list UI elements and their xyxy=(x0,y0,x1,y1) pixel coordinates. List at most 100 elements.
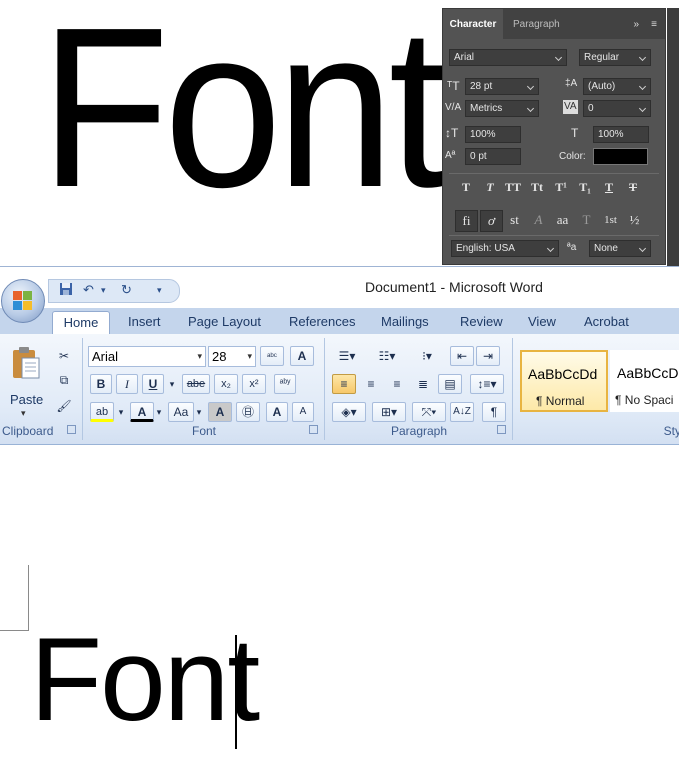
font-size-icon: ᵀT xyxy=(447,79,460,93)
vertical-scale-input[interactable]: 100% xyxy=(465,126,521,143)
font-style-select[interactable]: Regular xyxy=(579,49,651,66)
tracking-select[interactable]: 0 xyxy=(583,100,651,117)
tab-insert[interactable]: Insert xyxy=(128,314,161,329)
strikethrough-button[interactable]: T xyxy=(623,180,643,196)
paragraph-launcher-icon[interactable] xyxy=(497,425,506,434)
grow-font-button[interactable]: A xyxy=(266,402,288,422)
enclose-characters-button[interactable]: ㊐ xyxy=(236,402,260,422)
kerning-select[interactable]: Metrics xyxy=(465,100,539,117)
font-group-label: Font xyxy=(191,424,216,438)
borders-icon[interactable]: ⊞▾ xyxy=(372,402,406,422)
leading-select[interactable]: (Auto) xyxy=(583,78,651,95)
save-icon[interactable] xyxy=(59,282,73,299)
titling-alternates-button[interactable]: aa xyxy=(552,210,573,230)
document-text[interactable]: Font xyxy=(30,621,260,739)
align-left-icon[interactable]: ≡ xyxy=(332,374,356,394)
horizontal-scale-input[interactable]: 100% xyxy=(593,126,649,143)
line-spacing-icon[interactable]: ↕≡▾ xyxy=(470,374,504,394)
panel-menu-icon[interactable]: ≡ xyxy=(651,9,657,41)
bold-button[interactable]: B xyxy=(90,374,112,394)
asian-layout-icon[interactable]: ⤧▾ xyxy=(412,402,446,422)
stylistic-alternates-button[interactable]: A xyxy=(528,210,549,230)
tab-references[interactable]: References xyxy=(289,314,355,329)
underline-button[interactable]: T xyxy=(599,180,619,196)
tab-paragraph[interactable]: Paragraph xyxy=(513,9,560,39)
align-center-icon[interactable]: ≡ xyxy=(360,374,382,394)
ordinals-button[interactable]: 1st xyxy=(600,210,621,230)
tab-character[interactable]: Character xyxy=(443,9,503,39)
shading-icon[interactable]: ◈▾ xyxy=(332,402,366,422)
underline-dropdown-icon[interactable]: ▾ xyxy=(166,374,178,394)
redo-icon[interactable]: ↻ xyxy=(121,282,132,298)
old-style-button[interactable]: ơ xyxy=(480,210,503,232)
change-case-button[interactable]: Aa xyxy=(168,402,194,422)
fractions-button[interactable]: ½ xyxy=(624,210,645,230)
baseline-shift-input[interactable]: 0 pt xyxy=(465,148,521,165)
highlight-dropdown-icon[interactable]: ▾ xyxy=(116,402,126,422)
font-size-select[interactable]: 28 pt xyxy=(465,78,539,95)
align-right-icon[interactable]: ≡ xyxy=(386,374,408,394)
tab-view[interactable]: View xyxy=(528,314,556,329)
bullets-icon[interactable]: ☰▾ xyxy=(332,346,362,366)
font-family-select[interactable]: Arial xyxy=(449,49,567,66)
faux-italic-button[interactable]: T xyxy=(480,180,500,196)
shrink-font-button[interactable]: A xyxy=(292,402,314,422)
style-no-spacing[interactable]: AaBbCcDd ¶ No Spaci xyxy=(610,350,679,412)
character-shading-button[interactable]: A xyxy=(208,402,232,422)
office-button[interactable] xyxy=(1,279,45,323)
clipboard-group: Paste ▾ ✂ ⧉ 🖌 Clipboard xyxy=(0,338,83,440)
quick-access-toolbar: ↶ ▾ ↻ ▾ xyxy=(48,279,180,303)
change-case-icon[interactable]: ᵃᵇʸ xyxy=(274,374,296,394)
clear-formatting-button[interactable]: ᵃᵇᶜ xyxy=(260,346,284,366)
undo-icon[interactable]: ↶ xyxy=(83,282,94,298)
clipboard-launcher-icon[interactable] xyxy=(67,425,76,434)
superscript-button[interactable]: T¹ xyxy=(551,180,571,196)
character-border-button[interactable]: A xyxy=(290,346,314,366)
font-name-combo[interactable]: Arial xyxy=(88,346,206,367)
italic-button[interactable]: I xyxy=(116,374,138,394)
collapse-icon[interactable]: » xyxy=(633,9,639,41)
kerning-icon: V/A xyxy=(445,102,462,113)
increase-indent-icon[interactable]: ⇥ xyxy=(476,346,500,366)
format-painter-icon[interactable]: 🖌 xyxy=(54,396,74,416)
swash-button[interactable]: st xyxy=(504,210,525,230)
font-launcher-icon[interactable] xyxy=(309,425,318,434)
subscript-button[interactable]: T₁ xyxy=(575,180,595,196)
copy-icon[interactable]: ⧉ xyxy=(54,370,74,390)
highlight-button[interactable]: ab xyxy=(90,402,114,422)
numbering-icon[interactable]: ☷▾ xyxy=(372,346,402,366)
contextual-alternates-button[interactable]: T xyxy=(576,210,597,230)
small-caps-button[interactable]: Tt xyxy=(527,180,547,196)
tab-acrobat[interactable]: Acrobat xyxy=(584,314,629,329)
tab-home[interactable]: Home xyxy=(52,311,110,335)
tab-mailings[interactable]: Mailings xyxy=(381,314,429,329)
show-marks-button[interactable]: ¶ xyxy=(482,402,506,422)
faux-bold-button[interactable]: T xyxy=(456,180,476,196)
superscript-button[interactable]: x² xyxy=(242,374,266,394)
justify-icon[interactable]: ≣ xyxy=(412,374,434,394)
multilevel-list-icon[interactable]: ⁝▾ xyxy=(412,346,442,366)
distributed-icon[interactable]: ▤ xyxy=(438,374,462,394)
undo-dropdown-icon[interactable]: ▾ xyxy=(101,285,106,296)
paste-button[interactable]: Paste ▾ xyxy=(4,344,46,420)
font-color-dropdown-icon[interactable]: ▾ xyxy=(154,402,164,422)
color-swatch[interactable] xyxy=(593,148,648,165)
all-caps-button[interactable]: TT xyxy=(503,180,523,196)
decrease-indent-icon[interactable]: ⇤ xyxy=(450,346,474,366)
antialias-select[interactable]: None xyxy=(589,240,651,257)
subscript-button[interactable]: x₂ xyxy=(214,374,238,394)
ligatures-button[interactable]: fi xyxy=(455,210,478,232)
cut-icon[interactable]: ✂ xyxy=(54,346,74,366)
change-case-dropdown-icon[interactable]: ▾ xyxy=(194,402,204,422)
strikethrough-button[interactable]: abe xyxy=(182,374,210,394)
customize-qat-icon[interactable]: ▾ xyxy=(157,285,162,296)
underline-button[interactable]: U xyxy=(142,374,164,394)
font-size-combo[interactable]: 28 xyxy=(208,346,256,367)
tab-page-layout[interactable]: Page Layout xyxy=(188,314,261,329)
font-color-button[interactable]: A xyxy=(130,402,154,422)
tab-review[interactable]: Review xyxy=(460,314,503,329)
style-normal[interactable]: AaBbCcDd ¶ Normal xyxy=(520,350,608,412)
language-select[interactable]: English: USA xyxy=(451,240,559,257)
document-area[interactable]: Font xyxy=(0,445,679,775)
sort-button[interactable]: A↓Z xyxy=(450,402,474,422)
